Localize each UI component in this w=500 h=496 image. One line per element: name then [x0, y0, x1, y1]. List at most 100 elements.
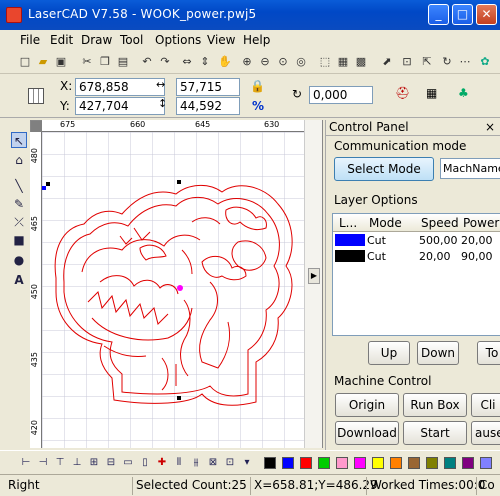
- drawing-canvas[interactable]: [42, 132, 304, 448]
- pen-tool-icon[interactable]: ✎: [11, 196, 27, 212]
- col-speed[interactable]: Speed: [421, 216, 459, 230]
- redo-icon[interactable]: ↷: [158, 55, 172, 69]
- download-button[interactable]: Download: [335, 421, 399, 445]
- menu-file[interactable]: File: [20, 33, 40, 47]
- color-yellow[interactable]: [372, 457, 384, 469]
- col-layer[interactable]: L...: [339, 216, 357, 230]
- y-input[interactable]: [75, 97, 165, 115]
- break-icon[interactable]: ⊡: [400, 55, 414, 69]
- menu-draw[interactable]: Draw: [81, 33, 112, 47]
- copy-icon[interactable]: ❐: [98, 55, 112, 69]
- array-icon[interactable]: ⋯: [458, 55, 472, 69]
- zoom-out-icon[interactable]: ⊖: [258, 55, 272, 69]
- lock-icon[interactable]: 🔒: [250, 79, 265, 93]
- rotate-input[interactable]: [309, 86, 373, 104]
- color-orange[interactable]: [390, 457, 402, 469]
- canvas-scrollbar[interactable]: ▶: [304, 120, 322, 448]
- dist-v-icon[interactable]: ⫵: [190, 457, 202, 469]
- align-icon[interactable]: ▦: [426, 86, 437, 100]
- color-lavender[interactable]: [480, 457, 492, 469]
- color-pink[interactable]: [336, 457, 348, 469]
- color-blue[interactable]: [282, 457, 294, 469]
- flip-v-icon[interactable]: ⇕: [198, 55, 212, 69]
- handle-bottom[interactable]: [177, 396, 181, 400]
- dist-h-icon[interactable]: ⫴: [173, 457, 185, 469]
- scrollbar-thumb[interactable]: ▶: [308, 268, 320, 284]
- clear-button[interactable]: Cli: [471, 393, 500, 417]
- width-input[interactable]: [176, 78, 240, 96]
- layer-down-button[interactable]: Down: [417, 341, 459, 365]
- undo-icon[interactable]: ↶: [140, 55, 154, 69]
- run-box-button[interactable]: Run Box: [403, 393, 467, 417]
- more-icon[interactable]: ▾: [241, 457, 253, 469]
- select-mode-button[interactable]: Select Mode: [334, 157, 434, 181]
- tools-icon[interactable]: ✿: [478, 55, 492, 69]
- cut-icon[interactable]: ✂: [80, 55, 94, 69]
- rect-tool-icon[interactable]: ■: [11, 232, 27, 248]
- minimize-button[interactable]: _: [428, 4, 449, 25]
- color-teal[interactable]: [444, 457, 456, 469]
- align-bottom-icon[interactable]: ⊥: [71, 457, 83, 469]
- node-tool-icon[interactable]: ⌂: [11, 152, 27, 168]
- weld-icon[interactable]: ⇱: [420, 55, 434, 69]
- handle-top[interactable]: [177, 180, 181, 184]
- ungroup-icon[interactable]: ▩: [354, 55, 368, 69]
- rotate-tool-icon[interactable]: ↻: [440, 55, 454, 69]
- save-icon[interactable]: ▣: [54, 55, 68, 69]
- page-center-icon[interactable]: ⊠: [207, 457, 219, 469]
- panel-close-icon[interactable]: ×: [485, 120, 495, 134]
- zoom-window-icon[interactable]: ⊙: [276, 55, 290, 69]
- polyline-tool-icon[interactable]: ⤫: [11, 214, 27, 230]
- col-power[interactable]: Power: [463, 216, 499, 230]
- layer-up-button[interactable]: Up: [368, 341, 410, 365]
- color-brown[interactable]: [408, 457, 420, 469]
- paste-icon[interactable]: ▤: [116, 55, 130, 69]
- position-grid-icon[interactable]: [28, 88, 44, 104]
- center-marker[interactable]: [177, 285, 183, 291]
- open-icon[interactable]: ▰: [36, 55, 50, 69]
- tree-icon[interactable]: ♣: [458, 86, 469, 100]
- pause-button[interactable]: ause: [471, 421, 500, 445]
- select-all-icon[interactable]: ⬚: [318, 55, 332, 69]
- color-red[interactable]: [300, 457, 312, 469]
- color-magenta[interactable]: [354, 457, 366, 469]
- same-width-icon[interactable]: ▭: [122, 457, 134, 469]
- same-height-icon[interactable]: ▯: [139, 457, 151, 469]
- handle-left[interactable]: [46, 182, 50, 186]
- color-olive[interactable]: [426, 457, 438, 469]
- layer-to-button[interactable]: To: [477, 341, 500, 365]
- hand-icon[interactable]: ✋: [218, 55, 232, 69]
- layer-row[interactable]: Cut 20,00 90,00: [333, 249, 500, 264]
- text-tool-icon[interactable]: A: [11, 272, 27, 288]
- node-edit-icon[interactable]: ⬈: [380, 55, 394, 69]
- align-left-icon[interactable]: ⊢: [20, 457, 32, 469]
- layer-row[interactable]: Cut 500,00 20,00: [333, 233, 500, 248]
- ellipse-tool-icon[interactable]: ●: [11, 252, 27, 268]
- color-purple[interactable]: [462, 457, 474, 469]
- start-button[interactable]: Start: [403, 421, 467, 445]
- menu-options[interactable]: Options: [155, 33, 201, 47]
- machine-name-field[interactable]: MachName: [440, 158, 500, 179]
- align-top-icon[interactable]: ⊤: [54, 457, 66, 469]
- color-green[interactable]: [318, 457, 330, 469]
- arrange-icon[interactable]: ⊡: [224, 457, 236, 469]
- group-icon[interactable]: ▦: [336, 55, 350, 69]
- center-h-icon[interactable]: ⊞: [88, 457, 100, 469]
- close-button[interactable]: ✕: [476, 4, 497, 25]
- percent-toggle[interactable]: %: [252, 99, 264, 113]
- color-black[interactable]: [264, 457, 276, 469]
- line-tool-icon[interactable]: ╲: [11, 178, 27, 194]
- zoom-fit-icon[interactable]: ◎: [294, 55, 308, 69]
- laser-icon[interactable]: ⛑: [395, 86, 410, 100]
- align-right-icon[interactable]: ⊣: [37, 457, 49, 469]
- menu-help[interactable]: Help: [243, 33, 270, 47]
- col-mode[interactable]: Mode: [369, 216, 402, 230]
- menu-edit[interactable]: Edit: [50, 33, 73, 47]
- handle-left-blue[interactable]: [42, 186, 46, 190]
- center-v-icon[interactable]: ⊟: [105, 457, 117, 469]
- new-icon[interactable]: □: [18, 55, 32, 69]
- origin-button[interactable]: Origin: [335, 393, 399, 417]
- select-tool-icon[interactable]: ↖: [11, 132, 27, 148]
- x-input[interactable]: [75, 78, 165, 96]
- center-icon[interactable]: ✚: [156, 457, 168, 469]
